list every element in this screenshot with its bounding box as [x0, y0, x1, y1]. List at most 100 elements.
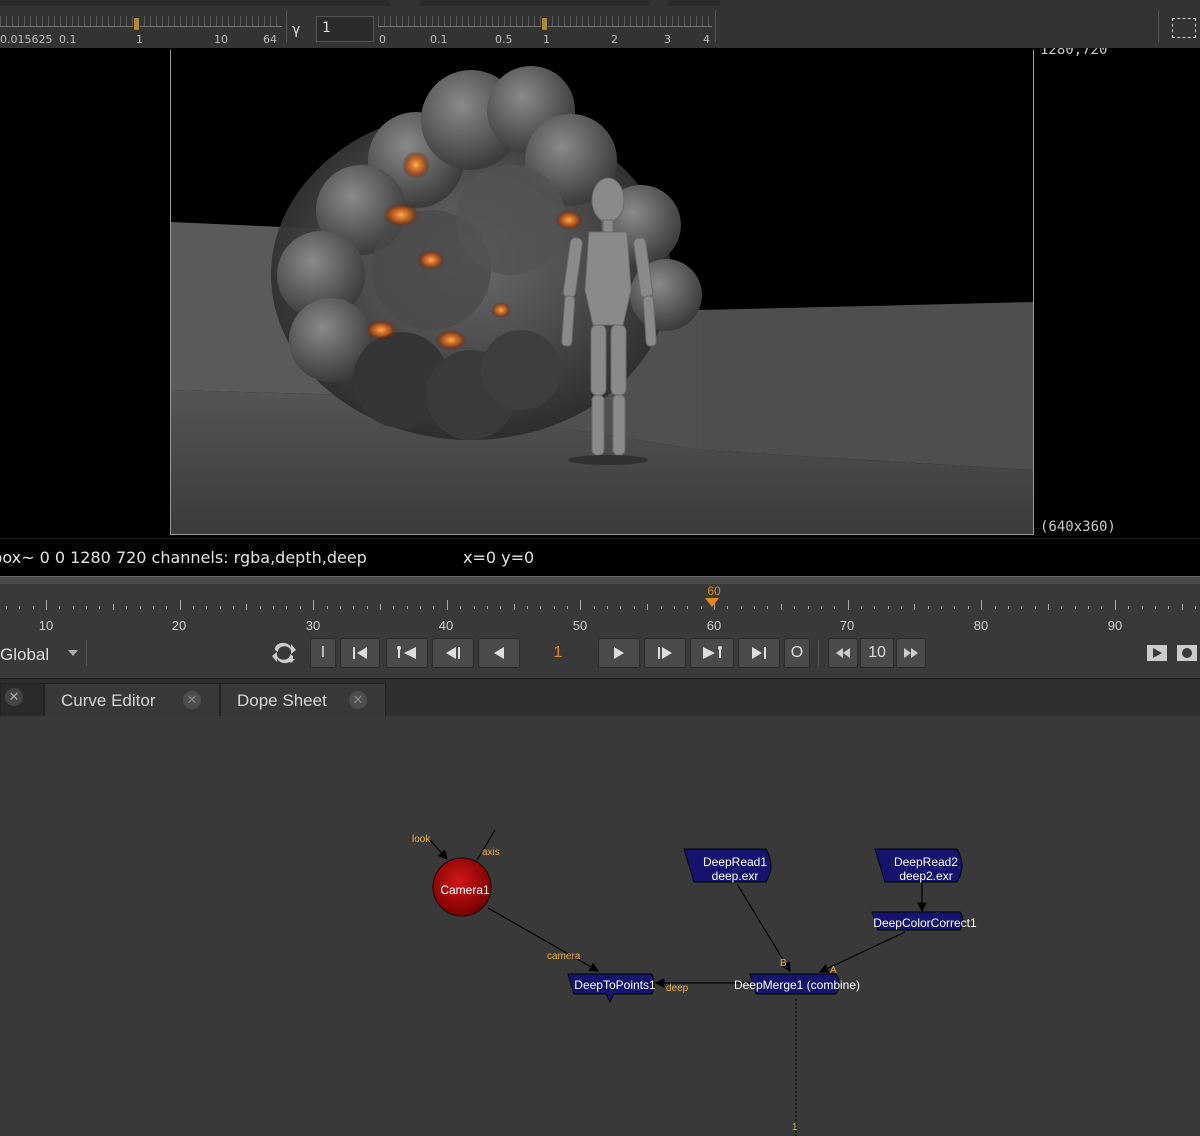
gain-scale-label: 0.1 — [59, 33, 77, 46]
first-frame-button[interactable] — [340, 638, 380, 668]
timeline-tick — [99, 606, 101, 609]
timeline-tick — [1088, 606, 1090, 609]
gamma-slider-handle[interactable] — [541, 17, 548, 31]
timeline-tick — [633, 606, 635, 609]
out-point-button[interactable]: O — [784, 638, 810, 668]
gamma-scale-label: 0.1 — [430, 33, 448, 46]
roi-icon[interactable] — [1172, 18, 1196, 38]
tab-dope-sheet[interactable]: Dope Sheet ✕ — [220, 683, 386, 717]
frame-increment-field[interactable]: 10 — [860, 638, 894, 668]
timeline-tick — [112, 604, 114, 610]
pipe-camera[interactable] — [487, 907, 600, 972]
separator — [86, 640, 87, 666]
viewer-panel[interactable]: 1280,720 (640x360) — [0, 48, 1200, 538]
range-mode-dropdown[interactable]: Global — [0, 645, 49, 665]
chevron-down-icon[interactable] — [68, 650, 78, 656]
timeline-tick — [767, 606, 769, 609]
next-keyframe-button[interactable] — [690, 638, 734, 668]
close-icon[interactable]: ✕ — [183, 691, 201, 709]
timeline-tick — [1034, 606, 1036, 609]
timeline-tick — [500, 606, 502, 609]
prev-keyframe-button[interactable] — [386, 638, 428, 668]
camera-node[interactable]: Camera1 — [432, 857, 492, 917]
prev-increment-icon — [446, 647, 460, 659]
deepread1-node[interactable]: DeepRead1 deep.exr — [683, 848, 772, 883]
timeline-tick — [206, 606, 208, 609]
timeline-tick — [299, 606, 301, 609]
deeptopoints-node[interactable]: DeepToPoints1 — [567, 973, 656, 1004]
play-backward-button[interactable] — [478, 638, 520, 668]
flipbook-button[interactable] — [1144, 638, 1170, 668]
timeline-label: 20 — [171, 618, 187, 633]
timeline-tick — [326, 606, 328, 609]
timeline-tick — [1114, 600, 1116, 610]
timeline-label: 40 — [438, 618, 454, 633]
rewind-icon — [836, 648, 850, 658]
loop-mode-button[interactable] — [268, 638, 302, 668]
timeline-tick — [887, 606, 889, 609]
format-frame — [170, 50, 1034, 535]
viewer-toolbar: 0.015625 0.1 1 10 64 γ 1 0 0.1 0.5 1 2 3… — [0, 0, 1200, 49]
gamma-scale-label: 3 — [664, 33, 671, 46]
pipe-look[interactable] — [429, 839, 448, 860]
loop-icon — [272, 642, 296, 664]
pin-look: look — [412, 834, 431, 845]
timeline-tick — [553, 606, 555, 609]
render-button[interactable] — [1174, 638, 1200, 668]
gain-scale-label: 10 — [214, 33, 228, 46]
node-file: deep2.exr — [899, 869, 952, 883]
timeline-tick — [620, 606, 622, 609]
tab-node-graph[interactable]: ✕ — [0, 683, 44, 717]
timeline-tick — [1168, 606, 1170, 609]
node-graph[interactable]: look axis camera deep B A 1 Camera1 Deep… — [0, 716, 1200, 1136]
panel-tab-bar: ✕ Curve Editor ✕ Dope Sheet ✕ — [0, 678, 1200, 718]
timeline-tick — [994, 606, 996, 609]
gain-slider[interactable] — [0, 12, 282, 28]
node-file: deep.exr — [712, 869, 759, 883]
timeline-label: 90 — [1107, 618, 1123, 633]
tab-curve-editor[interactable]: Curve Editor ✕ — [44, 683, 220, 717]
timeline-tick — [5, 606, 7, 609]
timeline-label: 80 — [973, 618, 989, 633]
timeline-tick — [513, 604, 515, 610]
last-frame-icon — [752, 647, 766, 659]
current-frame-field[interactable]: 1 — [520, 638, 596, 668]
gamma-input[interactable]: 1 — [316, 16, 374, 42]
deepcolorcorrect-node[interactable]: DeepColorCorrect1 — [871, 911, 977, 931]
timeline-tick — [1181, 604, 1183, 610]
timeline-tick — [1128, 606, 1130, 609]
timeline-tick — [540, 606, 542, 609]
timeline-tick — [32, 606, 34, 609]
viewer-info-bar: bbox~ 0 0 1280 720 channels: rgba,depth,… — [0, 538, 1200, 577]
timeline-tick — [807, 606, 809, 609]
deepread2-node[interactable]: DeepRead2 deep2.exr — [874, 848, 963, 883]
timeline-tick — [166, 606, 168, 609]
timeline-tick — [246, 604, 248, 610]
timeline-tick — [1154, 606, 1156, 609]
timeline[interactable]: 60 10 20 30 40 50 60 70 80 90 — [0, 584, 1200, 636]
gain-scale-label: 1 — [136, 33, 143, 46]
toolbar-strip — [420, 0, 650, 6]
play-forward-button[interactable] — [598, 638, 640, 668]
prev-increment-button[interactable] — [432, 638, 474, 668]
in-point-button[interactable]: I — [310, 638, 336, 668]
timeline-tick — [1101, 606, 1103, 609]
timeline-tick — [486, 606, 488, 609]
close-icon[interactable]: ✕ — [5, 688, 23, 706]
gamma-scale-label: 1 — [543, 33, 550, 46]
decrement-button[interactable] — [828, 638, 858, 668]
timeline-tick — [233, 606, 235, 609]
timeline-tick — [72, 606, 74, 609]
render-icon — [1177, 645, 1197, 661]
last-frame-button[interactable] — [738, 638, 780, 668]
deepmerge-node[interactable]: DeepMerge1 (combine) — [734, 973, 860, 995]
next-increment-button[interactable] — [644, 638, 686, 668]
toolbar-strip — [0, 0, 390, 6]
gain-slider-handle[interactable] — [133, 17, 140, 31]
increment-button[interactable] — [896, 638, 926, 668]
playhead[interactable] — [705, 598, 719, 607]
gain-scale-label: 0.015625 — [0, 33, 53, 46]
timeline-tick — [1074, 606, 1076, 609]
close-icon[interactable]: ✕ — [349, 691, 367, 709]
timeline-tick — [941, 606, 943, 609]
